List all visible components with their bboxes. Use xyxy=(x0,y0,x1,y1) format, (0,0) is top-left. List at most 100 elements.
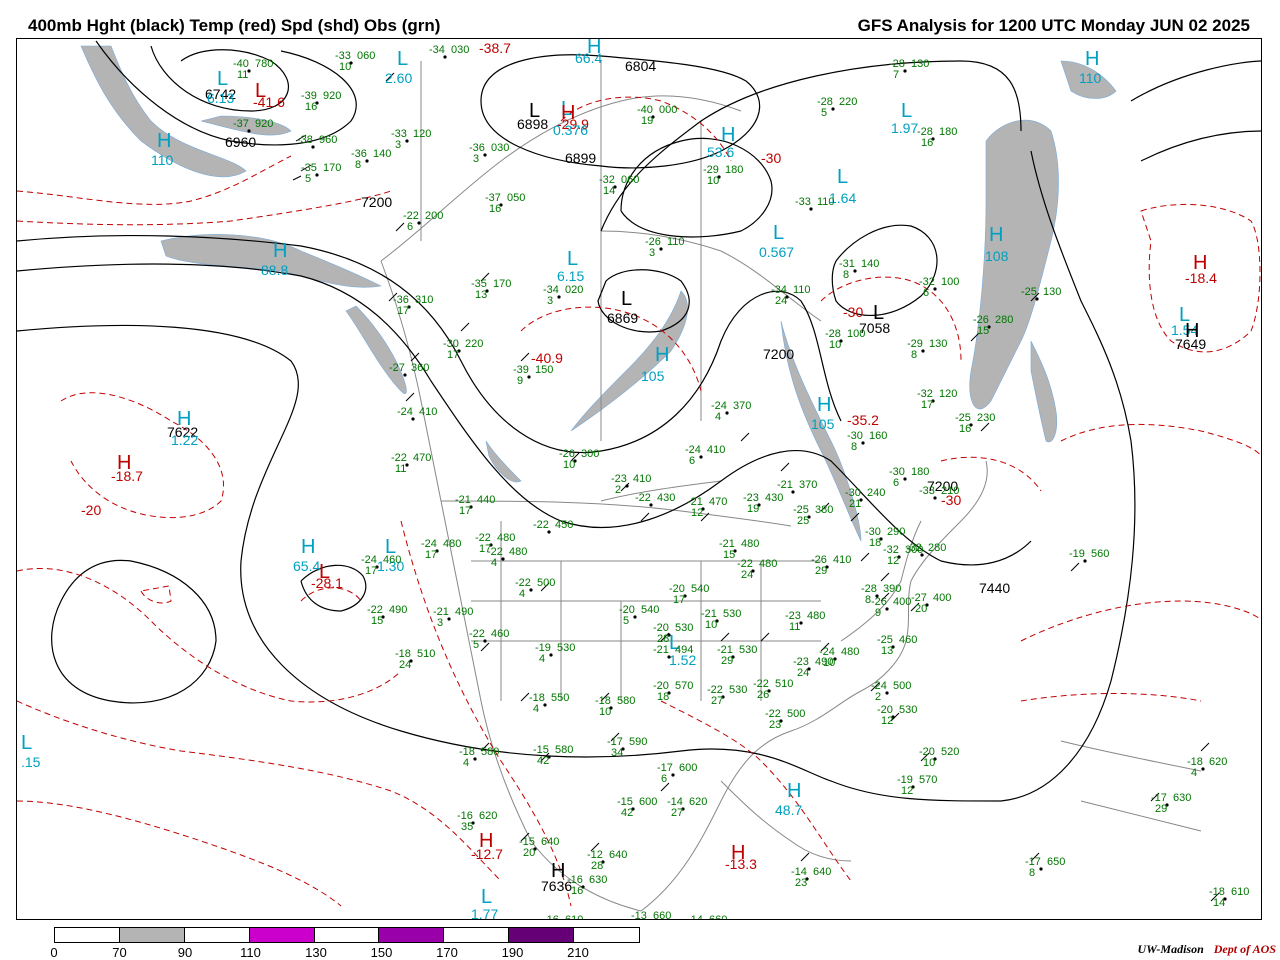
station-ob: -22 51026 xyxy=(753,678,793,701)
center-letter: L xyxy=(901,100,912,122)
center-value: 88.8 xyxy=(261,262,288,278)
ob-dewpoint-spread: 15 xyxy=(977,325,989,337)
ob-height: 960 xyxy=(319,134,337,146)
ob-height: 060 xyxy=(621,174,639,186)
ob-dewpoint-spread: 19 xyxy=(747,503,759,515)
station-ob: -36 1408 xyxy=(351,148,391,171)
station-ob: -26 41029 xyxy=(811,554,851,577)
station-ob: -21 53010 xyxy=(701,608,741,631)
station-ob: -22 4605 xyxy=(469,628,509,651)
ob-temp: -21 xyxy=(653,644,669,656)
station-observations: -33 06010-34 030-40 78011-39 92016-37 920-38 9… xyxy=(233,44,1249,920)
ob-height: 140 xyxy=(861,258,879,270)
station-ob: -22 450 xyxy=(533,519,573,534)
center-letter: L xyxy=(481,886,492,908)
center-letter: L xyxy=(397,48,408,70)
colorbar-tick-label: 190 xyxy=(501,945,524,960)
ob-dewpoint-spread: 34 xyxy=(611,747,623,759)
ob-height: 440 xyxy=(477,494,495,506)
ob-dewpoint-spread: 12 xyxy=(887,555,899,567)
ob-dewpoint-spread: 29 xyxy=(815,565,827,577)
ob-dewpoint-spread: 17 xyxy=(397,305,409,317)
ob-dewpoint-spread: 10 xyxy=(705,619,717,631)
station-ob: -30 1608 xyxy=(847,430,887,453)
ob-height: 490 xyxy=(455,606,473,618)
center-value: 6.15 xyxy=(557,268,584,284)
ob-dewpoint-spread: 13 xyxy=(881,645,893,657)
colorbar-tick-label: 150 xyxy=(370,945,393,960)
ob-dewpoint-spread: 17 xyxy=(447,349,459,361)
center-letter: L xyxy=(773,222,784,244)
svg-text:H: H xyxy=(479,830,493,852)
temp-label: -30 xyxy=(843,304,863,320)
ob-dewpoint-spread: 23 xyxy=(769,719,781,731)
svg-text:L: L xyxy=(621,288,632,310)
ob-dewpoint-spread: 5 xyxy=(473,639,479,651)
center-letter: H xyxy=(989,224,1003,246)
ob-dewpoint-spread: 4 xyxy=(533,703,539,715)
ob-temp: -33 xyxy=(795,196,811,208)
station-ob: -16 63016 xyxy=(567,874,607,897)
center-letter: H xyxy=(817,394,831,416)
ob-height: 630 xyxy=(589,874,607,886)
ob-dewpoint-spread: 20 xyxy=(915,603,927,615)
ob-dewpoint-spread: 2 xyxy=(875,691,881,703)
ob-height: 170 xyxy=(323,162,341,174)
ob-height: 130 xyxy=(911,58,929,70)
ob-height: 620 xyxy=(1209,756,1227,768)
ob-height: 630 xyxy=(1173,792,1191,804)
colorbar-segment xyxy=(55,928,120,942)
svg-text:L: L xyxy=(319,561,330,583)
ob-height: 220 xyxy=(839,96,857,108)
ob-height: 590 xyxy=(629,736,647,748)
colorbar-segment xyxy=(119,928,185,942)
station-ob: -21 47012 xyxy=(687,496,727,519)
ob-dewpoint-spread: 16 xyxy=(921,137,933,149)
temp-label: -35.2 xyxy=(847,412,879,428)
height-label: 7200 xyxy=(763,346,794,362)
height-label: 6899 xyxy=(565,150,596,166)
ob-height: 180 xyxy=(939,126,957,138)
ob-height: 490 xyxy=(389,604,407,616)
ob-height: 600 xyxy=(679,762,697,774)
center-letter: L xyxy=(567,248,578,270)
center-value: 110 xyxy=(1079,70,1102,86)
center-letter: L xyxy=(21,732,32,754)
university-label: UW-Madison xyxy=(1137,942,1204,956)
ob-height: 000 xyxy=(659,104,677,116)
ob-dewpoint-spread: 35 xyxy=(461,821,473,833)
station-ob: -40 00019 xyxy=(637,104,677,127)
station-ob: -29 18010 xyxy=(703,164,743,187)
ob-dewpoint-spread: 15 xyxy=(371,615,383,627)
ob-height: 450 xyxy=(555,519,573,531)
svg-text:H: H xyxy=(731,842,745,864)
ob-height: 530 xyxy=(899,704,917,716)
ob-height: 560 xyxy=(1091,548,1109,560)
ob-dewpoint-spread: 11 xyxy=(395,463,406,475)
ob-height: 480 xyxy=(497,532,515,544)
ob-height: 400 xyxy=(933,592,951,604)
station-ob: -15 64020 xyxy=(519,836,559,859)
station-ob: -28 2205 xyxy=(817,96,857,119)
svg-text:H: H xyxy=(551,860,565,882)
station-ob: -24 48010 xyxy=(819,646,859,669)
ob-height: 640 xyxy=(541,836,559,848)
center-value: 108 xyxy=(985,248,1009,264)
ob-dewpoint-spread: 11 xyxy=(237,69,248,81)
station-ob: -17 6006 xyxy=(657,762,697,785)
ob-height: 390 xyxy=(883,583,901,595)
ob-temp: -21 xyxy=(777,479,793,491)
ob-dewpoint-spread: 3 xyxy=(395,139,401,151)
ob-height: 220 xyxy=(465,338,483,350)
ob-dewpoint-spread: 5 xyxy=(623,615,629,627)
station-ob: -24 410 xyxy=(397,406,437,421)
station-ob: -18 51024 xyxy=(395,648,435,671)
map-title: 400mb Hght (black) Temp (red) Spd (shd) … xyxy=(28,16,441,35)
ob-dewpoint-spread: 8 xyxy=(1029,867,1035,879)
ob-height: 180 xyxy=(725,164,743,176)
ob-temp: -14 xyxy=(687,914,703,920)
station-ob: -14 62027 xyxy=(667,796,707,819)
ob-dewpoint-spread: 17 xyxy=(365,565,377,577)
ob-height: 580 xyxy=(481,746,499,758)
height-label: 7200 xyxy=(361,194,392,210)
